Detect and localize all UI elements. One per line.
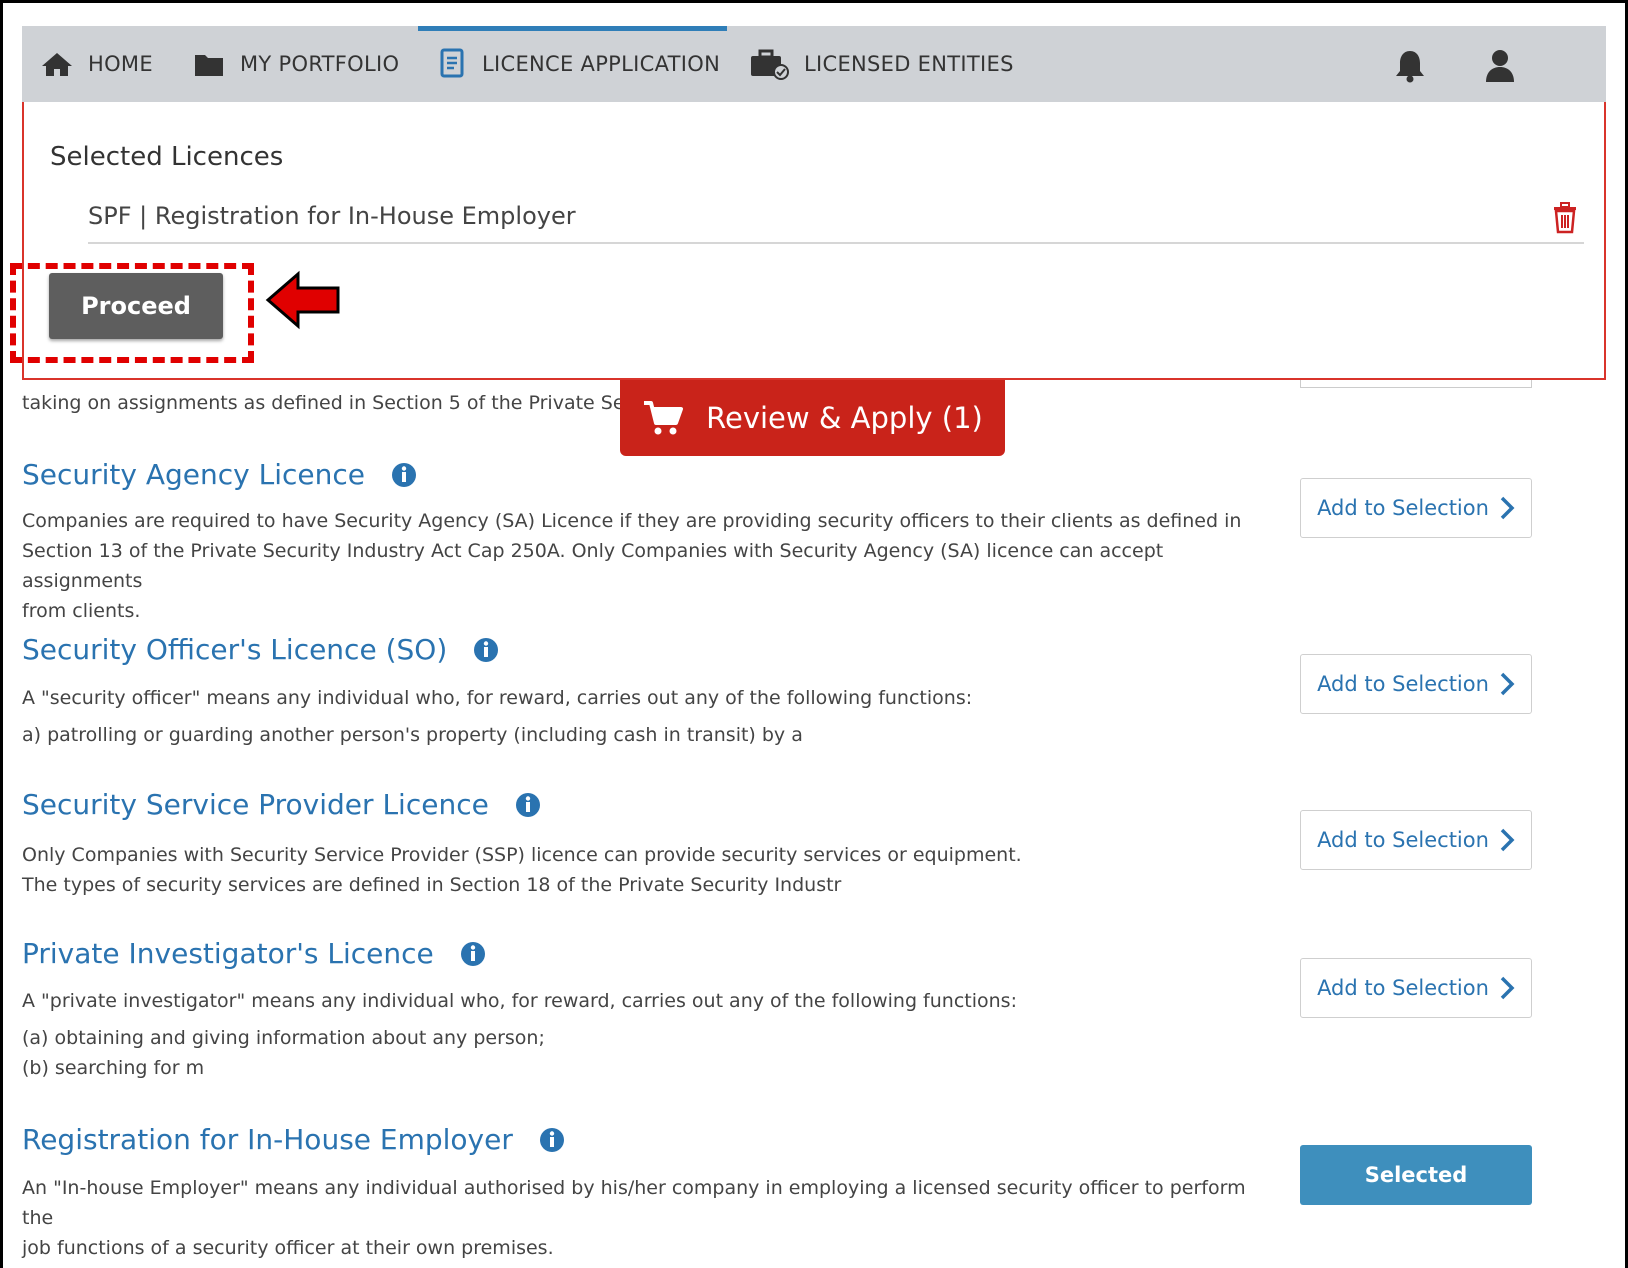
licence-desc-security-service-provider: Only Companies with Security Service Pro…: [22, 840, 1262, 900]
licence-title-security-officer[interactable]: Security Officer's Licence (SO): [22, 633, 499, 666]
nav-licensed-entities-label: LICENSED ENTITIES: [804, 52, 1014, 76]
desc-line: job functions of a security officer at t…: [22, 1237, 554, 1259]
info-icon[interactable]: [460, 941, 486, 967]
document-icon: [440, 48, 464, 78]
desc-line: Only Companies with Security Service Pro…: [22, 844, 1022, 866]
top-navbar: HOME MY PORTFOLIO LICENCE APPLICATION LI…: [22, 26, 1606, 102]
chevron-right-icon: [1500, 828, 1515, 852]
add-to-selection-button[interactable]: Add to Selection: [1300, 958, 1532, 1018]
trash-icon[interactable]: [1552, 202, 1578, 238]
bell-icon[interactable]: [1392, 48, 1428, 88]
licence-title-text: Security Service Provider Licence: [22, 788, 489, 821]
home-icon: [42, 53, 72, 76]
cart-icon: [644, 401, 684, 435]
licence-title-security-agency[interactable]: Security Agency Licence: [22, 458, 417, 491]
licence-desc-security-officer: A "security officer" means any individua…: [22, 680, 1262, 754]
desc-line: An "In-house Employer" means any individ…: [22, 1177, 1246, 1229]
nav-my-portfolio[interactable]: MY PORTFOLIO: [192, 26, 399, 102]
add-to-selection-label: Add to Selection: [1317, 828, 1489, 852]
licence-desc-security-agency: Companies are required to have Security …: [22, 506, 1262, 626]
selected-licence-label: SPF | Registration for In-House Employer: [88, 202, 576, 230]
desc-line: (b) searching for m: [22, 1057, 205, 1079]
desc-line: Companies are required to have Security …: [22, 510, 1242, 532]
selected-licence-row: SPF | Registration for In-House Employer: [88, 194, 1584, 244]
selected-licences-panel: Selected Licences SPF | Registration for…: [22, 102, 1606, 380]
nav-my-portfolio-label: MY PORTFOLIO: [240, 52, 400, 76]
folder-icon: [195, 55, 223, 76]
add-to-selection-button[interactable]: Add to Selection: [1300, 654, 1532, 714]
info-icon[interactable]: [539, 1127, 565, 1153]
licence-title-in-house-employer[interactable]: Registration for In-House Employer: [22, 1123, 565, 1156]
licence-title-text: Security Agency Licence: [22, 458, 366, 491]
desc-line: a) patrolling or guarding another person…: [22, 724, 803, 746]
briefcase-check-icon: [751, 49, 789, 80]
add-to-selection-label: Add to Selection: [1317, 976, 1489, 1000]
review-apply-label: Review & Apply (1): [706, 401, 983, 435]
add-to-selection-label: Add to Selection: [1317, 496, 1489, 520]
desc-line: (a) obtaining and giving information abo…: [22, 1027, 545, 1049]
licence-title-private-investigator[interactable]: Private Investigator's Licence: [22, 937, 486, 970]
nav-licence-application-label: LICENCE APPLICATION: [482, 52, 721, 76]
info-icon[interactable]: [515, 792, 541, 818]
chevron-right-icon: [1500, 496, 1515, 520]
add-to-selection-button[interactable]: Add to Selection: [1300, 478, 1532, 538]
add-to-selection-button[interactable]: Add to Selection: [1300, 810, 1532, 870]
info-icon[interactable]: [391, 462, 417, 488]
add-to-selection-label: Add to Selection: [1317, 672, 1489, 696]
desc-line: A "private investigator" means any indiv…: [22, 990, 1017, 1012]
info-icon[interactable]: [473, 637, 499, 663]
selected-button[interactable]: Selected: [1300, 1145, 1532, 1205]
licence-title-security-service-provider[interactable]: Security Service Provider Licence: [22, 788, 541, 821]
desc-line: Section 13 of the Private Security Indus…: [22, 540, 1164, 592]
licence-desc-in-house-employer: An "In-house Employer" means any individ…: [22, 1173, 1262, 1263]
desc-line: from clients.: [22, 600, 141, 622]
review-apply-button[interactable]: Review & Apply (1): [620, 380, 1005, 456]
desc-line: A "security officer" means any individua…: [22, 687, 973, 709]
licence-title-text: Registration for In-House Employer: [22, 1123, 513, 1156]
nav-licensed-entities[interactable]: LICENSED ENTITIES: [748, 26, 1014, 102]
annotation-arrow-icon: [265, 270, 340, 330]
annotation-dashed-box: [10, 263, 254, 363]
nav-licence-application[interactable]: LICENCE APPLICATION: [418, 26, 727, 102]
licence-title-text: Private Investigator's Licence: [22, 937, 434, 970]
chevron-right-icon: [1500, 976, 1515, 1000]
chevron-right-icon: [1500, 672, 1515, 696]
user-icon[interactable]: [1484, 48, 1516, 88]
licence-desc-private-investigator: A "private investigator" means any indiv…: [22, 986, 1262, 1083]
partial-licence-desc: taking on assignments as defined in Sect…: [22, 392, 635, 414]
panel-title: Selected Licences: [50, 142, 284, 172]
nav-home-label: HOME: [88, 52, 153, 76]
licence-title-text: Security Officer's Licence (SO): [22, 633, 448, 666]
desc-line: The types of security services are defin…: [22, 874, 842, 896]
nav-home[interactable]: HOME: [40, 26, 153, 102]
